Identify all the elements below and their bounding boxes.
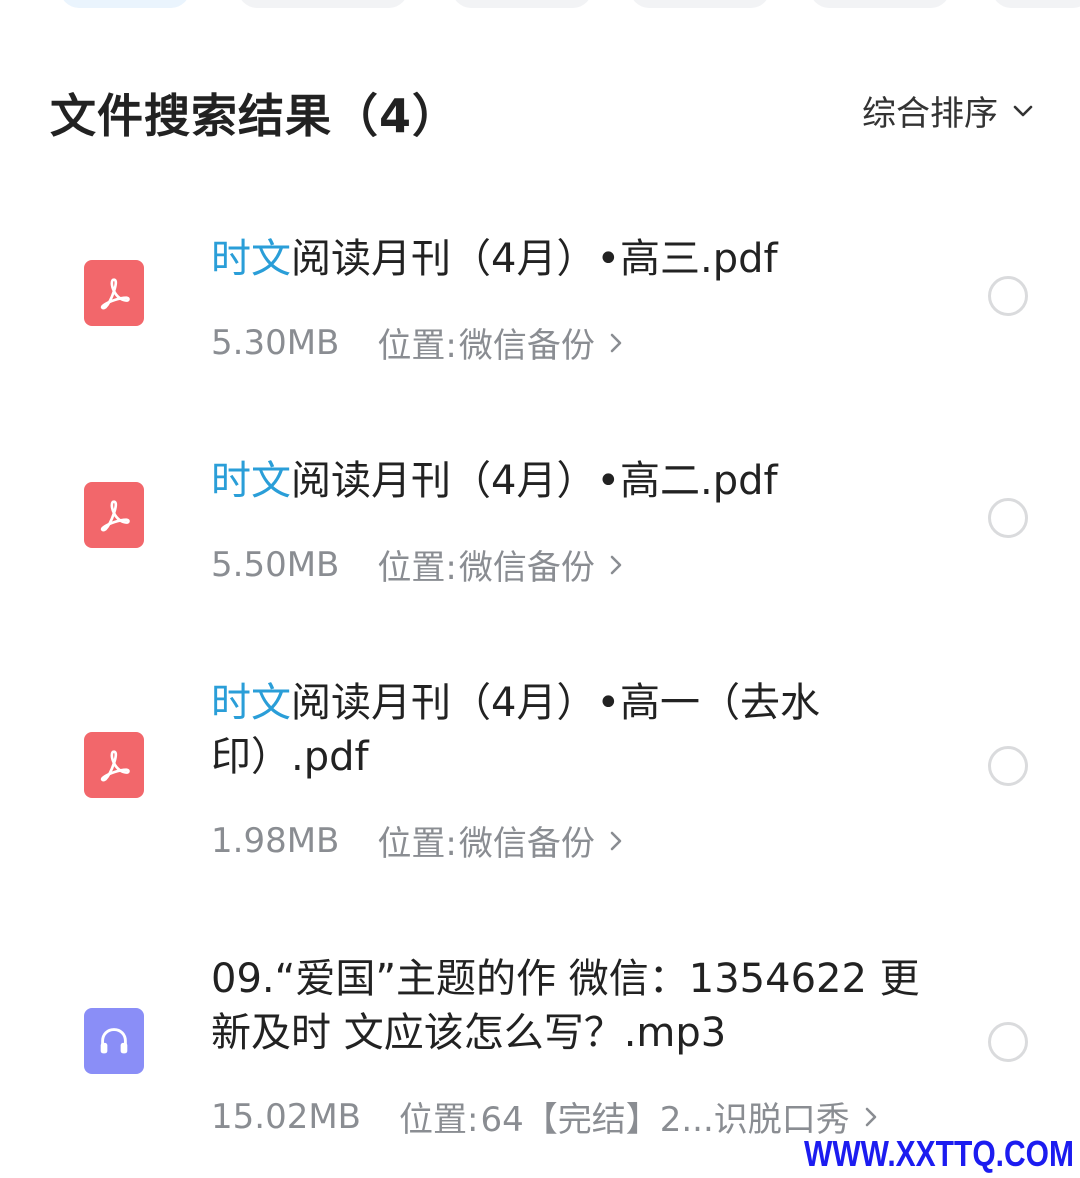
location-label: 位置: xyxy=(399,1100,479,1140)
file-size: 1.98MB xyxy=(211,820,340,861)
file-name: 时文阅读月刊（4月）•高二.pdf xyxy=(211,458,778,504)
file-name: 时文阅读月刊（4月）•高三.pdf xyxy=(211,236,778,282)
file-name: 09.“爱国”主题的作 微信：1354622 更新及时 文应该怎么写？.mp3 xyxy=(211,956,920,1056)
location-link[interactable]: 微信备份 xyxy=(459,816,595,865)
select-radio[interactable] xyxy=(988,746,1028,786)
file-meta: 1.98MB 位置: 微信备份 xyxy=(211,816,627,865)
search-highlight: 时文 xyxy=(211,680,291,726)
pdf-icon xyxy=(84,260,144,326)
file-meta: 5.30MB 位置: 微信备份 xyxy=(211,318,627,367)
chevron-right-icon xyxy=(865,1107,877,1126)
search-highlight: 时文 xyxy=(211,458,291,504)
select-radio[interactable] xyxy=(988,498,1028,538)
location-label: 位置: xyxy=(377,824,457,864)
file-list-item[interactable]: 时文阅读月刊（4月）•高一（去水印）.pdf 1.98MB 位置: 微信备份 xyxy=(0,674,1080,874)
filter-chip[interactable] xyxy=(452,0,592,8)
chevron-down-icon xyxy=(1013,105,1033,116)
pdf-icon xyxy=(84,482,144,548)
location-link[interactable]: 微信备份 xyxy=(459,318,595,367)
file-list-item[interactable]: 09.“爱国”主题的作 微信：1354622 更新及时 文应该怎么写？.mp3 … xyxy=(0,950,1080,1150)
location-label: 位置: xyxy=(377,326,457,366)
watermark-text: WWW.XXTTQ.COM xyxy=(804,1134,1074,1175)
headphones-icon xyxy=(84,1008,144,1074)
pdf-icon xyxy=(84,732,144,798)
filter-chip-row xyxy=(0,0,1080,10)
select-radio[interactable] xyxy=(988,276,1028,316)
filter-chip[interactable] xyxy=(60,0,190,8)
sort-label: 综合排序 xyxy=(862,94,998,134)
chevron-right-icon xyxy=(610,831,622,850)
chevron-right-icon xyxy=(610,555,622,574)
filter-chip[interactable] xyxy=(992,0,1080,8)
filter-chip[interactable] xyxy=(810,0,950,8)
filter-chip[interactable] xyxy=(238,0,408,8)
results-header: 文件搜索结果（4） 综合排序 xyxy=(0,60,1080,160)
sort-dropdown-button[interactable]: 综合排序 xyxy=(862,86,1034,135)
location-link[interactable]: 微信备份 xyxy=(459,540,595,589)
file-size: 15.02MB xyxy=(211,1096,361,1137)
file-size: 5.30MB xyxy=(211,322,340,363)
search-highlight: 时文 xyxy=(211,236,291,282)
filter-chip[interactable] xyxy=(630,0,770,8)
file-list-item[interactable]: 时文阅读月刊（4月）•高三.pdf 5.30MB 位置: 微信备份 xyxy=(0,230,1080,390)
chevron-right-icon xyxy=(610,333,622,352)
file-list-item[interactable]: 时文阅读月刊（4月）•高二.pdf 5.50MB 位置: 微信备份 xyxy=(0,452,1080,612)
file-meta: 15.02MB 位置: 64【完结】2...识脱口秀 xyxy=(211,1092,882,1141)
file-name: 时文阅读月刊（4月）•高一（去水印）.pdf xyxy=(211,680,821,780)
select-radio[interactable] xyxy=(988,1022,1028,1062)
location-label: 位置: xyxy=(377,548,457,588)
file-size: 5.50MB xyxy=(211,544,340,585)
results-title: 文件搜索结果（4） xyxy=(50,89,460,143)
file-meta: 5.50MB 位置: 微信备份 xyxy=(211,540,627,589)
location-link[interactable]: 64【完结】2...识脱口秀 xyxy=(480,1092,849,1141)
